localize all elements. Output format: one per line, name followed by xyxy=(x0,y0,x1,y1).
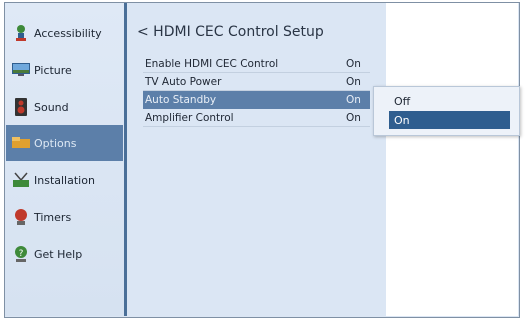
sidebar-item-timers[interactable]: Timers xyxy=(6,199,123,235)
sidebar-item-label: Accessibility xyxy=(34,26,102,40)
page-title[interactable]: < HDMI CEC Control Setup xyxy=(137,24,324,40)
sidebar-item-picture[interactable]: Picture xyxy=(6,52,123,88)
sidebar-item-accessibility[interactable]: Accessibility xyxy=(6,15,123,51)
setting-row-tv-auto-power[interactable]: TV Auto Power On xyxy=(143,73,370,91)
sidebar-item-label: Picture xyxy=(34,63,72,77)
setting-value: On xyxy=(346,57,361,70)
main-panel xyxy=(127,3,386,316)
setting-label: Enable HDMI CEC Control xyxy=(145,57,279,70)
option-off[interactable]: Off xyxy=(389,92,510,110)
setting-label: Auto Standby xyxy=(145,93,217,106)
sidebar-item-label: Options xyxy=(34,136,77,150)
svg-text:?: ? xyxy=(19,249,24,259)
sidebar-item-get-help[interactable]: ? Get Help xyxy=(6,236,123,272)
setting-label: Amplifier Control xyxy=(145,111,234,124)
timers-icon xyxy=(12,208,30,226)
sidebar-item-label: Installation xyxy=(34,173,95,187)
auto-standby-dropdown: Off On xyxy=(373,86,520,136)
sidebar-item-installation[interactable]: Installation xyxy=(6,162,123,198)
setting-row-auto-standby[interactable]: Auto Standby On xyxy=(143,91,370,109)
sound-icon xyxy=(12,98,30,116)
sidebar-item-options[interactable]: Options xyxy=(6,125,123,161)
right-pane xyxy=(386,3,518,316)
setting-value: On xyxy=(346,75,361,88)
picture-icon xyxy=(12,61,30,79)
setting-value: On xyxy=(346,93,361,106)
option-on[interactable]: On xyxy=(389,111,510,129)
help-icon: ? xyxy=(12,245,30,263)
sidebar-item-sound[interactable]: Sound xyxy=(6,89,123,125)
options-icon xyxy=(12,134,30,152)
sidebar-item-label: Get Help xyxy=(34,247,83,261)
setting-row-amplifier-control[interactable]: Amplifier Control On xyxy=(143,109,370,127)
accessibility-icon xyxy=(12,24,30,42)
installation-icon xyxy=(12,171,30,189)
setting-value: On xyxy=(346,111,361,124)
sidebar-item-label: Timers xyxy=(34,210,72,224)
setting-label: TV Auto Power xyxy=(145,75,222,88)
sidebar-item-label: Sound xyxy=(34,100,69,114)
setting-row-enable-hdmi-cec[interactable]: Enable HDMI CEC Control On xyxy=(143,55,370,73)
